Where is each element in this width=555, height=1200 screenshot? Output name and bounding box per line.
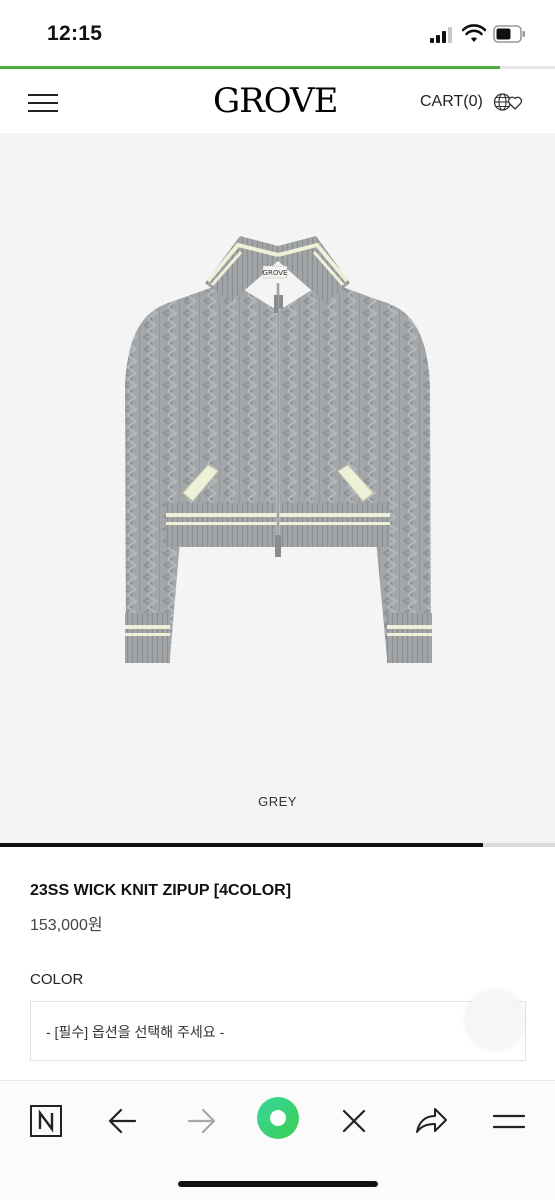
product-name: 23SS WICK KNIT ZIPUP [4COLOR] [30,882,292,899]
status-time: 12:15 [47,22,103,45]
product-price: 153,000원 [30,917,103,934]
battery-icon [493,25,525,43]
product-image[interactable]: GROVE GREY [0,133,555,845]
grove-logo[interactable]: GROVE [213,81,341,123]
logo-text: GROVE [213,81,338,121]
naver-icon[interactable] [26,1101,66,1141]
forward-arrow-icon[interactable] [181,1101,221,1141]
wifi-icon [462,24,486,42]
knit-zipup-sweater-image: GROVE [125,236,432,663]
color-option-label: COLOR [30,971,84,988]
cellular-signal-icon [430,27,454,43]
svg-text:GROVE: GROVE [263,269,288,277]
site-header: GROVE CART(0) [0,69,555,133]
close-icon[interactable] [334,1101,374,1141]
globe-heart-icon[interactable] [493,92,523,112]
share-icon[interactable] [411,1101,451,1141]
cart-link[interactable]: CART(0) [420,93,483,111]
image-color-caption: GREY [258,794,297,809]
hamburger-menu-icon[interactable] [28,93,58,113]
floating-action-button[interactable] [465,990,525,1050]
back-arrow-icon[interactable] [103,1101,143,1141]
status-bar: 12:15 [0,0,555,66]
menu-icon[interactable] [489,1101,529,1141]
home-indicator[interactable] [178,1181,378,1187]
color-option-select[interactable]: - [필수] 옵션을 선택해 주세요 - [30,1001,526,1061]
green-dot-icon[interactable] [255,1095,301,1141]
image-slider-indicator[interactable] [0,843,483,847]
